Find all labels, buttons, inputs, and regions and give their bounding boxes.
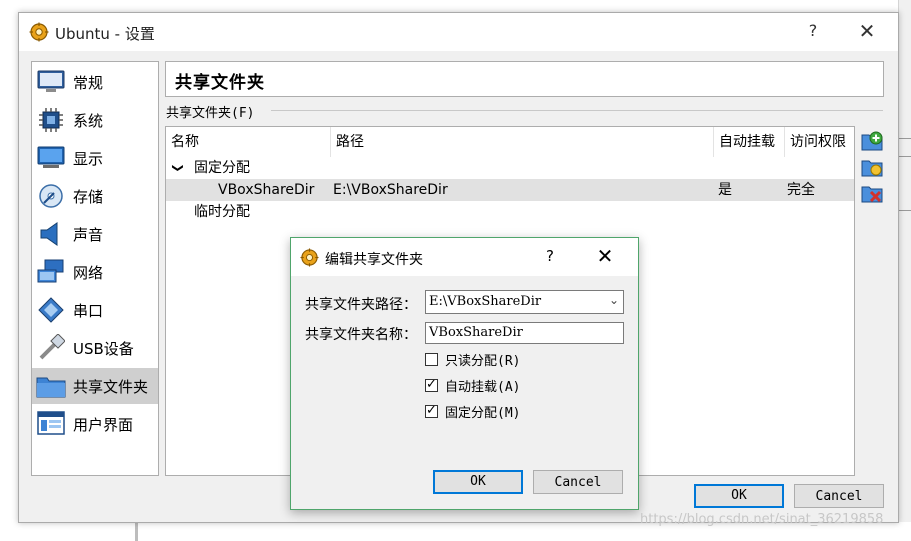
sidebar-item-system[interactable]: 系统 [32,102,158,138]
sidebar-item-label: USB设备 [73,339,134,358]
chevron-down-icon[interactable]: ⌄ [609,293,619,307]
add-folder-icon[interactable] [861,130,883,152]
edit-folder-icon[interactable] [861,156,883,178]
dialog-title: 编辑共享文件夹 [325,252,423,268]
remove-folder-icon[interactable] [861,182,883,204]
page-header: 共享文件夹 [165,61,884,97]
help-button[interactable]: ? [803,21,823,40]
edit-shared-folder-dialog: 编辑共享文件夹 ? ✕ 共享文件夹路径： E:\VBoxShareDir ⌄ 共… [290,237,639,510]
sidebar-item-display[interactable]: 显示 [32,140,158,176]
background-divider [898,210,911,211]
tree-group-machine[interactable]: ❯ 固定分配 [166,157,854,179]
settings-sidebar: 常规 系统 显示 存储 声音 网络 串口 USB设备 共享文件夹 用户界面 [31,61,159,476]
checkbox-box[interactable]: ✓ [425,402,438,418]
cancel-button[interactable]: Cancel [794,484,884,508]
sidebar-item-label: 共享文件夹 [73,377,149,396]
background-divider [135,522,138,541]
folder-name-field[interactable]: VBoxShareDir [425,322,624,344]
dialog-help-button[interactable]: ? [541,247,559,265]
read-only-checkbox[interactable]: 只读分配(R) [425,349,520,369]
folder-name-value: VBoxShareDir [429,325,523,340]
sidebar-item-label: 网络 [73,263,104,282]
sidebar-item-label: 常规 [73,73,104,92]
sidebar-item-label: 系统 [73,111,104,130]
checkbox-label: 只读分配(R) [445,353,521,369]
chip-system-icon [35,106,67,134]
folder-icon [35,372,67,400]
sidebar-item-label: 串口 [73,301,104,320]
auto-mount-checkbox[interactable]: ✓ 自动挂载(A) [425,375,520,395]
dialog-ok-button[interactable]: OK [433,470,523,494]
speaker-icon [35,220,67,248]
sidebar-item-label: 用户界面 [73,415,134,434]
watermark-text: https://blog.csdn.net/sinat_36219858 [640,512,884,527]
background-divider [898,138,911,139]
usb-icon [35,334,67,362]
checkmark-icon: ✓ [426,376,437,392]
folder-name-label: 共享文件夹名称： [305,327,417,343]
checkbox-label: 固定分配(M) [445,405,521,421]
sidebar-item-storage[interactable]: 存储 [32,178,158,214]
user-interface-icon [35,410,67,438]
checkbox-label: 自动挂载(A) [445,379,521,395]
virtualbox-app-icon [29,22,49,42]
ok-button[interactable]: OK [694,484,784,508]
column-header-path[interactable]: 路径 [331,127,713,157]
dialog-cancel-button[interactable]: Cancel [533,470,623,494]
folder-path-combo[interactable]: E:\VBoxShareDir ⌄ [425,290,624,314]
sidebar-item-label: 存储 [73,187,104,206]
title-bar: Ubuntu - 设置 ? ✕ [19,13,898,51]
virtualbox-app-icon [300,248,319,267]
column-header-auto-mount[interactable]: 自动挂载 [714,127,784,157]
serial-port-icon [35,296,67,324]
group-name: 临时分配 [194,204,250,220]
auto-mount-cell: 是 [718,182,732,198]
permanent-checkbox[interactable]: ✓ 固定分配(M) [425,401,520,421]
monitor-general-icon [35,68,67,96]
group-name: 固定分配 [194,160,250,176]
background-window-edge [898,0,911,541]
folder-path-value: E:\VBoxShareDir [429,294,542,309]
sidebar-item-shared-folders[interactable]: 共享文件夹 [32,368,158,404]
sidebar-item-network[interactable]: 网络 [32,254,158,290]
sidebar-item-serial-port[interactable]: 串口 [32,292,158,328]
page-title: 共享文件夹 [175,73,265,93]
close-button[interactable]: ✕ [855,19,879,43]
shared-folders-group-label: 共享文件夹(F) [166,106,255,121]
folder-path-cell: E:\VBoxShareDir [333,182,448,198]
folder-path-label: 共享文件夹路径： [305,297,417,313]
group-divider [271,110,883,111]
expand-chevron-icon[interactable]: ❯ [167,163,189,172]
checkmark-icon: ✓ [426,402,437,418]
window-title: Ubuntu - 设置 [55,25,155,43]
column-header-name[interactable]: 名称 [166,127,330,157]
sidebar-item-label: 声音 [73,225,104,244]
sidebar-item-usb[interactable]: USB设备 [32,330,158,366]
checkbox-box[interactable]: ✓ [425,376,438,392]
display-icon [35,144,67,172]
background-divider [898,156,911,157]
access-cell: 完全 [787,182,815,198]
checkbox-box[interactable] [425,352,438,366]
network-icon [35,258,67,286]
disc-storage-icon [35,182,67,210]
sidebar-item-general[interactable]: 常规 [32,64,158,100]
column-header-access[interactable]: 访问权限 [785,127,854,157]
sidebar-item-label: 显示 [73,149,104,168]
tree-group-transient[interactable]: 临时分配 [166,201,854,223]
table-row[interactable]: VBoxShareDir E:\VBoxShareDir 是 完全 [166,179,854,201]
folder-name-cell: VBoxShareDir [218,182,315,198]
sidebar-item-user-interface[interactable]: 用户界面 [32,406,158,442]
dialog-title-bar: 编辑共享文件夹 ? ✕ [291,238,638,276]
dialog-close-button[interactable]: ✕ [593,244,617,268]
sidebar-item-audio[interactable]: 声音 [32,216,158,252]
